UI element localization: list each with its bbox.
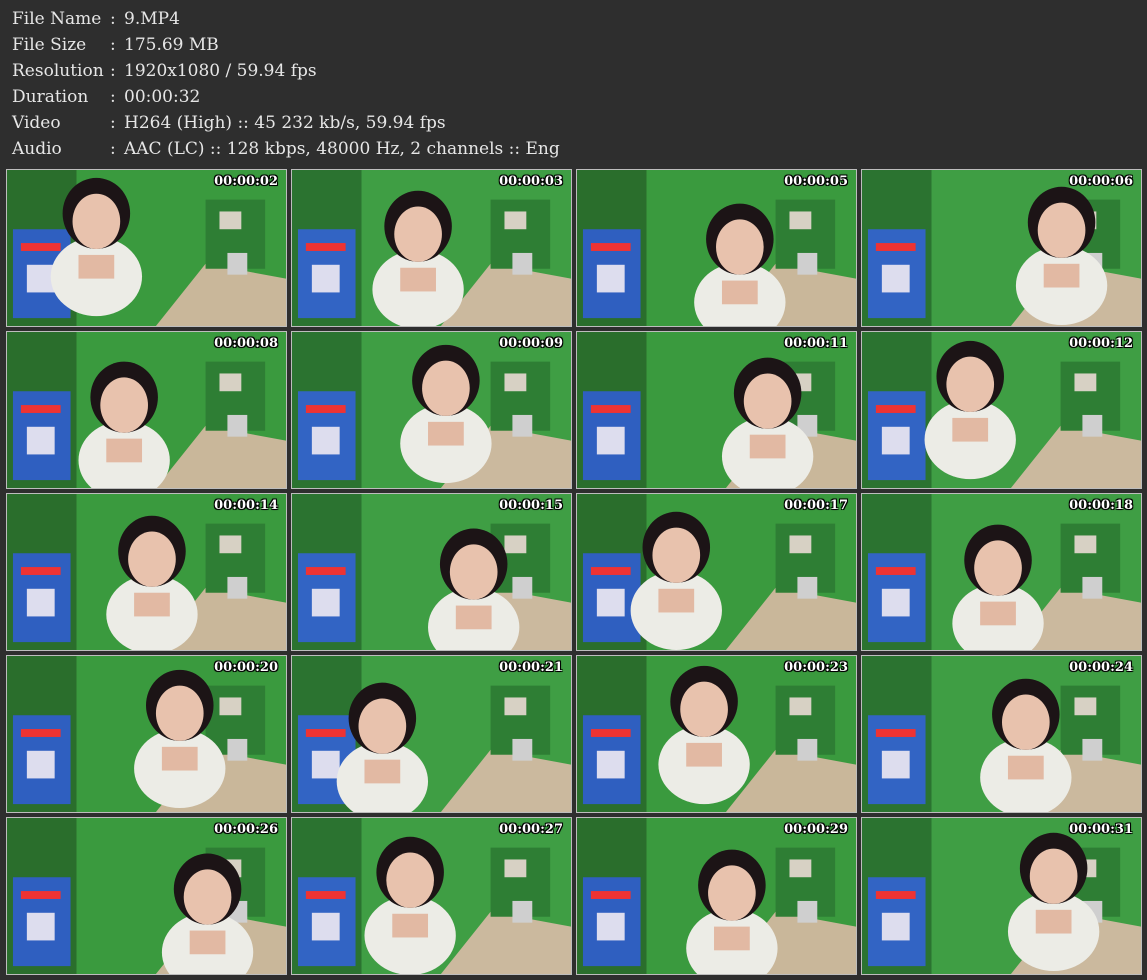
timestamp-label: 00:00:06 (1069, 174, 1133, 189)
video-thumbnail: 00:00:31 (861, 817, 1142, 975)
video-thumbnail: 00:00:17 (576, 493, 857, 651)
info-key: Duration (12, 87, 89, 107)
timestamp-label: 00:00:24 (1069, 660, 1133, 675)
thumbnail-scene (7, 494, 286, 650)
timestamp-label: 00:00:20 (214, 660, 278, 675)
timestamp-label: 00:00:12 (1069, 336, 1133, 351)
info-key: Resolution (12, 61, 104, 81)
timestamp-label: 00:00:15 (499, 498, 563, 513)
timestamp-label: 00:00:02 (214, 174, 278, 189)
thumbnail-scene (577, 494, 856, 650)
thumbnail-scene (292, 332, 571, 488)
video-thumbnail: 00:00:18 (861, 493, 1142, 651)
thumbnail-scene (292, 656, 571, 812)
thumbnail-scene (292, 170, 571, 326)
info-separator: : (110, 113, 116, 133)
info-value: AAC (LC) :: 128 kbps, 48000 Hz, 2 channe… (124, 139, 560, 159)
thumbnail-scene (292, 818, 571, 974)
video-thumbnail: 00:00:23 (576, 655, 857, 813)
timestamp-label: 00:00:21 (499, 660, 563, 675)
info-key: Audio (12, 139, 62, 159)
info-separator: : (110, 9, 116, 29)
thumbnail-scene (577, 656, 856, 812)
thumbnail-scene (292, 494, 571, 650)
info-value: H264 (High) :: 45 232 kb/s, 59.94 fps (124, 113, 446, 133)
video-thumbnail: 00:00:09 (291, 331, 572, 489)
video-thumbnail: 00:00:27 (291, 817, 572, 975)
video-thumbnail: 00:00:11 (576, 331, 857, 489)
timestamp-label: 00:00:09 (499, 336, 563, 351)
info-key: File Size (12, 35, 87, 55)
timestamp-label: 00:00:14 (214, 498, 278, 513)
thumbnail-scene (7, 332, 286, 488)
video-thumbnail: 00:00:03 (291, 169, 572, 327)
thumbnail-scene (862, 170, 1141, 326)
timestamp-label: 00:00:08 (214, 336, 278, 351)
video-thumbnail: 00:00:05 (576, 169, 857, 327)
thumbnail-scene (577, 170, 856, 326)
timestamp-label: 00:00:17 (784, 498, 848, 513)
timestamp-label: 00:00:05 (784, 174, 848, 189)
info-separator: : (110, 87, 116, 107)
info-value: 9.MP4 (124, 9, 180, 29)
thumbnail-grid: 00:00:02 00:00:03 00:00:05 00:00:06 00:00:08… (6, 169, 1142, 975)
video-thumbnail: 00:00:26 (6, 817, 287, 975)
timestamp-label: 00:00:23 (784, 660, 848, 675)
thumbnail-scene (577, 818, 856, 974)
timestamp-label: 00:00:26 (214, 822, 278, 837)
video-thumbnail: 00:00:02 (6, 169, 287, 327)
info-key: File Name (12, 9, 102, 29)
info-separator: : (110, 139, 116, 159)
video-thumbnail: 00:00:12 (861, 331, 1142, 489)
thumbnail-scene (7, 818, 286, 974)
thumbnail-scene (862, 494, 1141, 650)
thumbnail-scene (7, 170, 286, 326)
timestamp-label: 00:00:11 (784, 336, 848, 351)
info-value: 175.69 MB (124, 35, 219, 55)
thumbnail-scene (7, 656, 286, 812)
info-value: 00:00:32 (124, 87, 201, 107)
timestamp-label: 00:00:18 (1069, 498, 1133, 513)
video-thumbnail: 00:00:21 (291, 655, 572, 813)
timestamp-label: 00:00:03 (499, 174, 563, 189)
info-value: 1920x1080 / 59.94 fps (124, 61, 317, 81)
video-thumbnail: 00:00:29 (576, 817, 857, 975)
video-thumbnail: 00:00:15 (291, 493, 572, 651)
video-thumbnail: 00:00:14 (6, 493, 287, 651)
video-thumbnail: 00:00:20 (6, 655, 287, 813)
thumbnail-scene (577, 332, 856, 488)
thumbnail-scene (862, 332, 1141, 488)
video-thumbnail: 00:00:24 (861, 655, 1142, 813)
info-separator: : (110, 35, 116, 55)
info-key: Video (12, 113, 61, 133)
timestamp-label: 00:00:31 (1069, 822, 1133, 837)
thumbnail-scene (862, 656, 1141, 812)
video-thumbnail: 00:00:08 (6, 331, 287, 489)
timestamp-label: 00:00:29 (784, 822, 848, 837)
video-thumbnail: 00:00:06 (861, 169, 1142, 327)
thumbnail-scene (862, 818, 1141, 974)
info-separator: : (110, 61, 116, 81)
timestamp-label: 00:00:27 (499, 822, 563, 837)
